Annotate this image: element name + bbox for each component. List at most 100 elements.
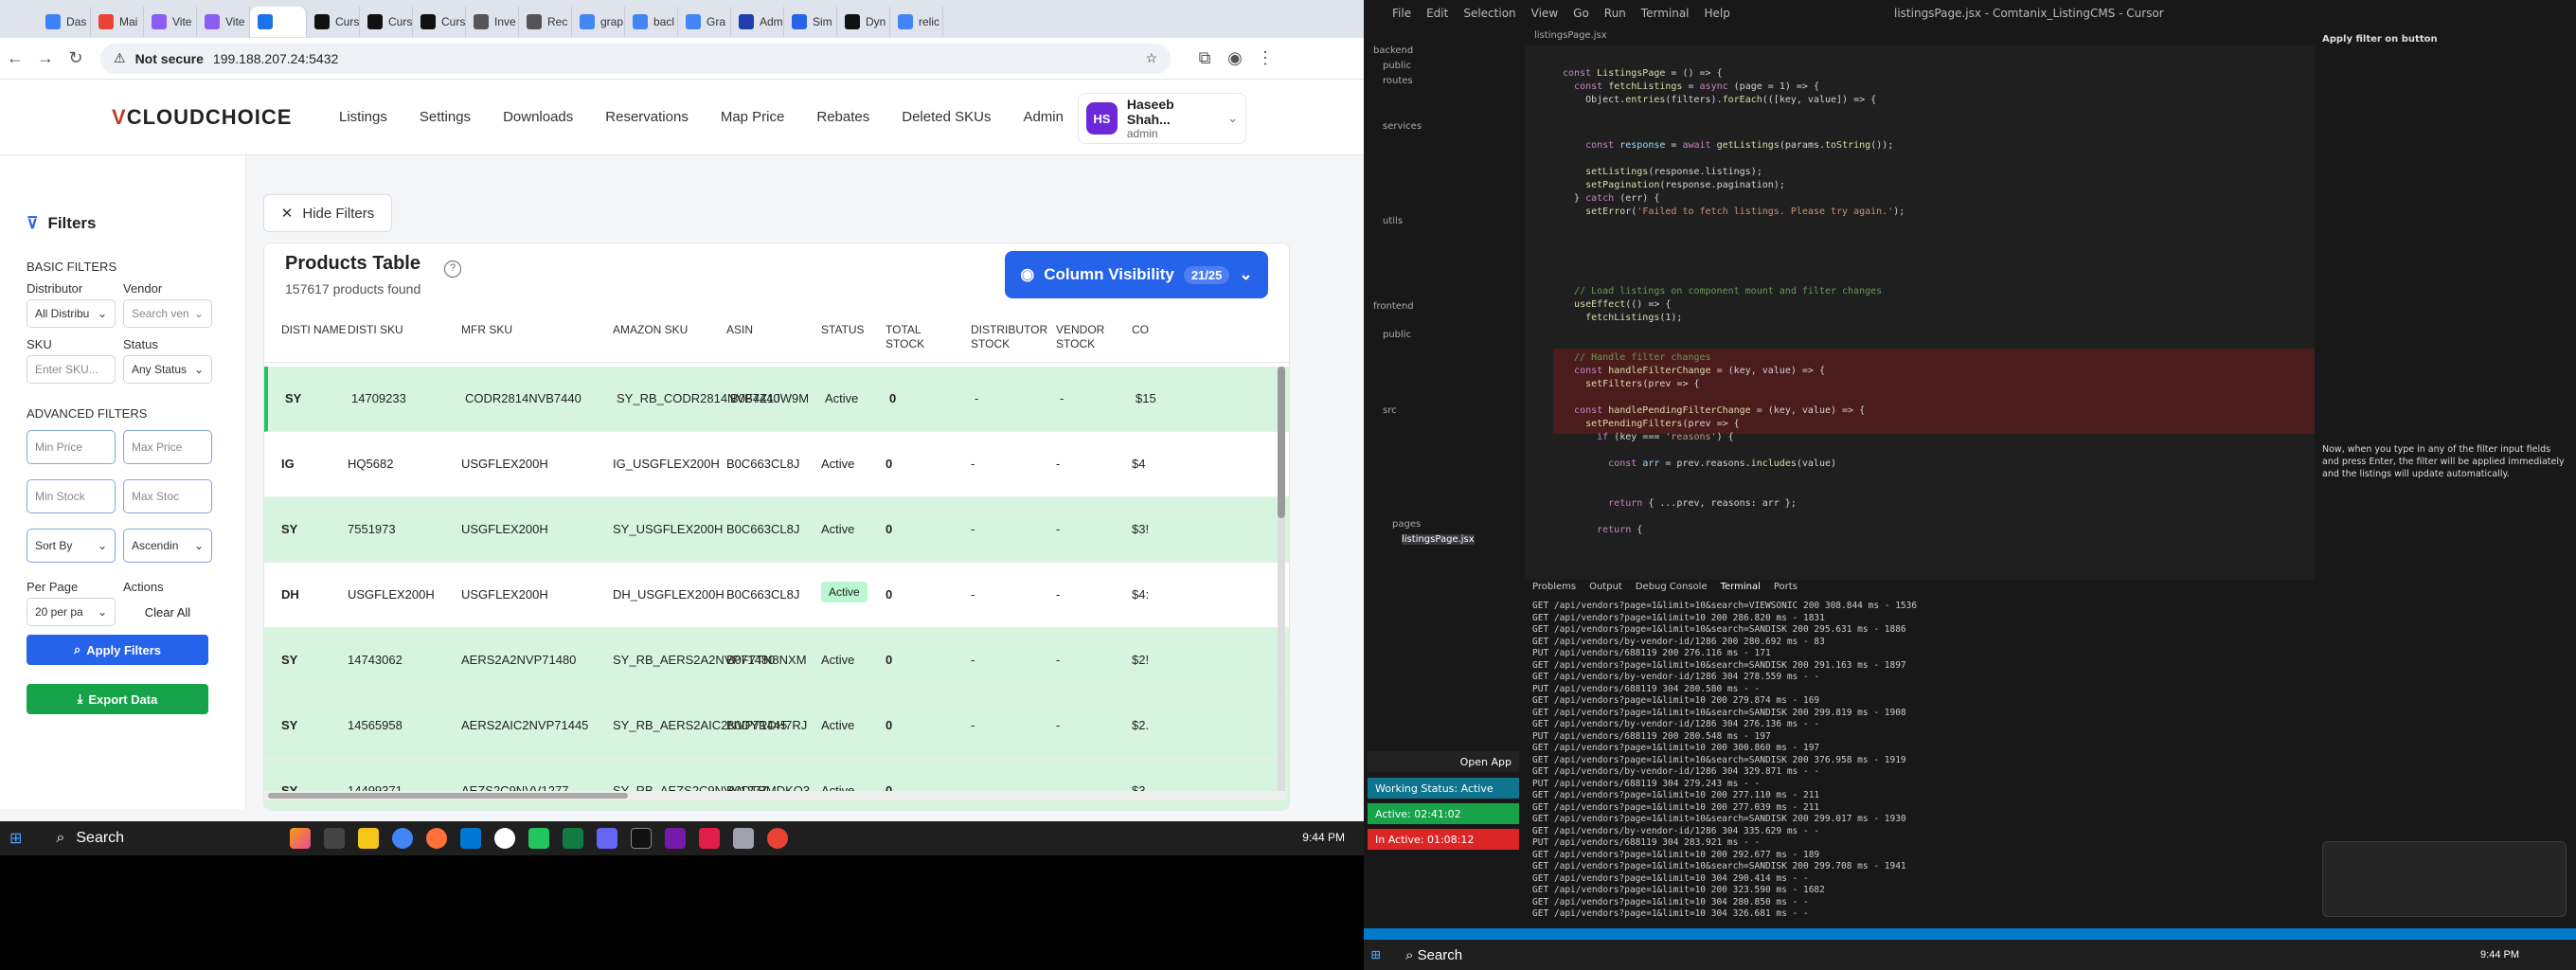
nav-deleted-skus[interactable]: Deleted SKUs	[902, 109, 991, 125]
browser-tab[interactable]: bacl	[625, 7, 678, 37]
app-icon[interactable]	[597, 828, 618, 849]
code-editor[interactable]: listingsPage.jsx const ListingsPage = ()…	[1525, 27, 2315, 576]
terminal-panel[interactable]: Problems Output Debug Console Terminal Ports…	[1525, 580, 2315, 936]
help-icon[interactable]: ?	[444, 260, 461, 278]
column-header[interactable]: CO	[1132, 323, 1208, 337]
table-row[interactable]: DH USGFLEX200H USGFLEX200H DH_USGFLEX200H B0…	[264, 563, 1289, 628]
menu-file[interactable]: File	[1392, 7, 1411, 20]
chrome-icon[interactable]	[392, 828, 414, 849]
nav-admin[interactable]: Admin	[1023, 109, 1064, 125]
status-select[interactable]: Any Status ⌄	[123, 355, 212, 384]
sort-by-select[interactable]: Sort By ⌄	[27, 529, 116, 563]
export-data-button[interactable]: ⤓ Export Data	[27, 684, 208, 714]
taskbar-search[interactable]: ⌕ Search	[1405, 947, 1462, 963]
min-stock-input[interactable]: Min Stock	[27, 479, 116, 513]
taskbar-search[interactable]: ⌕ Search	[56, 825, 283, 852]
panel-tab-output[interactable]: Output	[1589, 582, 1622, 592]
table-row[interactable]: SY 7551973 USGFLEX200H SY_USGFLEX200H B0C663…	[264, 497, 1289, 563]
editor-tab[interactable]: listingsPage.jsx	[1525, 27, 2315, 45]
browser-tab[interactable]: Inve	[466, 7, 519, 37]
menu-view[interactable]: View	[1531, 7, 1558, 20]
explorer-icon[interactable]	[358, 828, 380, 849]
menu-help[interactable]: Help	[1705, 7, 1730, 20]
browser-tab[interactable]: Curs	[413, 7, 466, 37]
clear-all-button[interactable]: Clear All	[123, 598, 212, 626]
column-header[interactable]: ASIN	[726, 323, 802, 337]
menu-edit[interactable]: Edit	[1426, 7, 1448, 20]
panel-tab-debug-console[interactable]: Debug Console	[1636, 582, 1708, 592]
column-header[interactable]: DISTI NAME	[281, 323, 357, 337]
sort-order-select[interactable]: Ascendin ⌄	[123, 529, 212, 563]
app-icon[interactable]	[733, 828, 755, 849]
max-price-input[interactable]: Max Price	[123, 430, 212, 464]
reload-icon[interactable]: ↻	[61, 48, 91, 68]
chat-input[interactable]	[2322, 841, 2567, 917]
distributor-select[interactable]: All Distribu ⌄	[27, 299, 116, 328]
browser-tab[interactable]: Curs	[307, 7, 360, 37]
column-header[interactable]: AMAZON SKU	[613, 323, 689, 337]
profile-icon[interactable]: ◉	[1220, 48, 1250, 68]
browser-tab[interactable]	[250, 7, 307, 37]
browser-tab[interactable]: grap	[572, 7, 625, 37]
apply-filters-button[interactable]: ⌕ Apply Filters	[27, 635, 208, 665]
chrome-icon[interactable]	[767, 828, 789, 849]
browser-tab[interactable]: Vite	[144, 7, 197, 37]
nav-reservations[interactable]: Reservations	[605, 109, 689, 125]
column-header[interactable]: DISTI SKU	[348, 323, 423, 337]
column-header[interactable]: MFR SKU	[461, 323, 537, 337]
vendor-input[interactable]: Search ven ⌄	[123, 299, 212, 328]
table-row[interactable]: SY 14565958 AERS2AIC2NVP71445 SY_RB_AERS2AI…	[264, 693, 1289, 759]
excel-icon[interactable]	[563, 828, 584, 849]
browser-tab[interactable]: Mai	[91, 7, 144, 37]
menu-go[interactable]: Go	[1573, 7, 1589, 20]
table-row[interactable]: IG HQ5682 USGFLEX200H IG_USGFLEX200H B0C663C…	[264, 432, 1289, 497]
url-input[interactable]: ⚠ Not secure 199.188.207.24:5432 ☆	[100, 43, 1171, 74]
windows-start-icon[interactable]: ⊞	[1371, 945, 1381, 963]
panel-tab-terminal[interactable]: Terminal	[1721, 582, 1761, 592]
nav-map-price[interactable]: Map Price	[721, 109, 785, 125]
nav-settings[interactable]: Settings	[420, 109, 471, 125]
browser-tab[interactable]: Adm	[731, 7, 784, 37]
cursor-icon[interactable]	[631, 828, 653, 849]
logo[interactable]: VCLOUDCHOICE	[112, 105, 339, 130]
vertical-scrollbar[interactable]	[1278, 367, 1285, 793]
menu-terminal[interactable]: Terminal	[1641, 7, 1690, 20]
nav-listings[interactable]: Listings	[339, 109, 387, 125]
sku-input[interactable]: Enter SKU...	[27, 355, 116, 384]
table-row[interactable]: SY 14743062 AERS2A2NVP71480 SY_RB_AERS2A2NV…	[264, 628, 1289, 693]
forward-icon[interactable]: →	[30, 48, 61, 68]
star-icon[interactable]: ☆	[1145, 50, 1157, 66]
panel-tab-ports[interactable]: Ports	[1774, 582, 1798, 592]
menu-run[interactable]: Run	[1604, 7, 1626, 20]
nav-rebates[interactable]: Rebates	[816, 109, 869, 125]
menu-selection[interactable]: Selection	[1463, 7, 1515, 20]
column-header[interactable]: DISTRIBUTOR STOCK	[971, 323, 1047, 351]
windows-start-icon[interactable]: ⊞	[9, 829, 22, 848]
copilot-icon[interactable]	[290, 828, 312, 849]
browser-tab[interactable]: Rec	[519, 7, 572, 37]
user-menu[interactable]: HS Haseeb Shah... admin ⌄	[1078, 93, 1246, 144]
column-header[interactable]: TOTAL STOCK	[886, 323, 961, 351]
firefox-icon[interactable]	[426, 828, 448, 849]
browser-tab[interactable]: Das	[38, 7, 91, 37]
browser-tab[interactable]: Curs	[360, 7, 413, 37]
app-icon[interactable]	[699, 828, 721, 849]
hide-filters-button[interactable]: ✕ Hide Filters	[263, 194, 392, 232]
open-app-button[interactable]: Open App	[1368, 751, 1519, 772]
horizontal-scrollbar[interactable]	[264, 791, 1287, 800]
panel-tab-problems[interactable]: Problems	[1532, 582, 1576, 592]
max-stock-input[interactable]: Max Stoc	[123, 479, 212, 513]
browser-tab[interactable]: Vite	[197, 7, 250, 37]
onenote-icon[interactable]	[665, 828, 687, 849]
column-header[interactable]: VENDOR STOCK	[1056, 323, 1132, 351]
vscode-icon[interactable]	[460, 828, 482, 849]
table-row[interactable]: SY 14709233 CODR2814NVB7440 SY_RB_CODR2814N…	[264, 367, 1289, 432]
browser-tab[interactable]: Sim	[784, 7, 837, 37]
table-row[interactable]: SY14499371AEZS2C9NVV1277SY_RB_AEZS2C9NVV…	[264, 759, 1289, 810]
browser-tab[interactable]: relic	[890, 7, 943, 37]
column-visibility-button[interactable]: ◉ Column Visibility 21/25 ⌄	[1005, 251, 1268, 298]
taskview-icon[interactable]	[324, 828, 346, 849]
browser-tab[interactable]: Dyn	[837, 7, 890, 37]
ai-chat-panel[interactable]: Apply filter on button Now, when you typ…	[2315, 27, 2576, 936]
extensions-icon[interactable]: ⧉	[1190, 48, 1220, 68]
